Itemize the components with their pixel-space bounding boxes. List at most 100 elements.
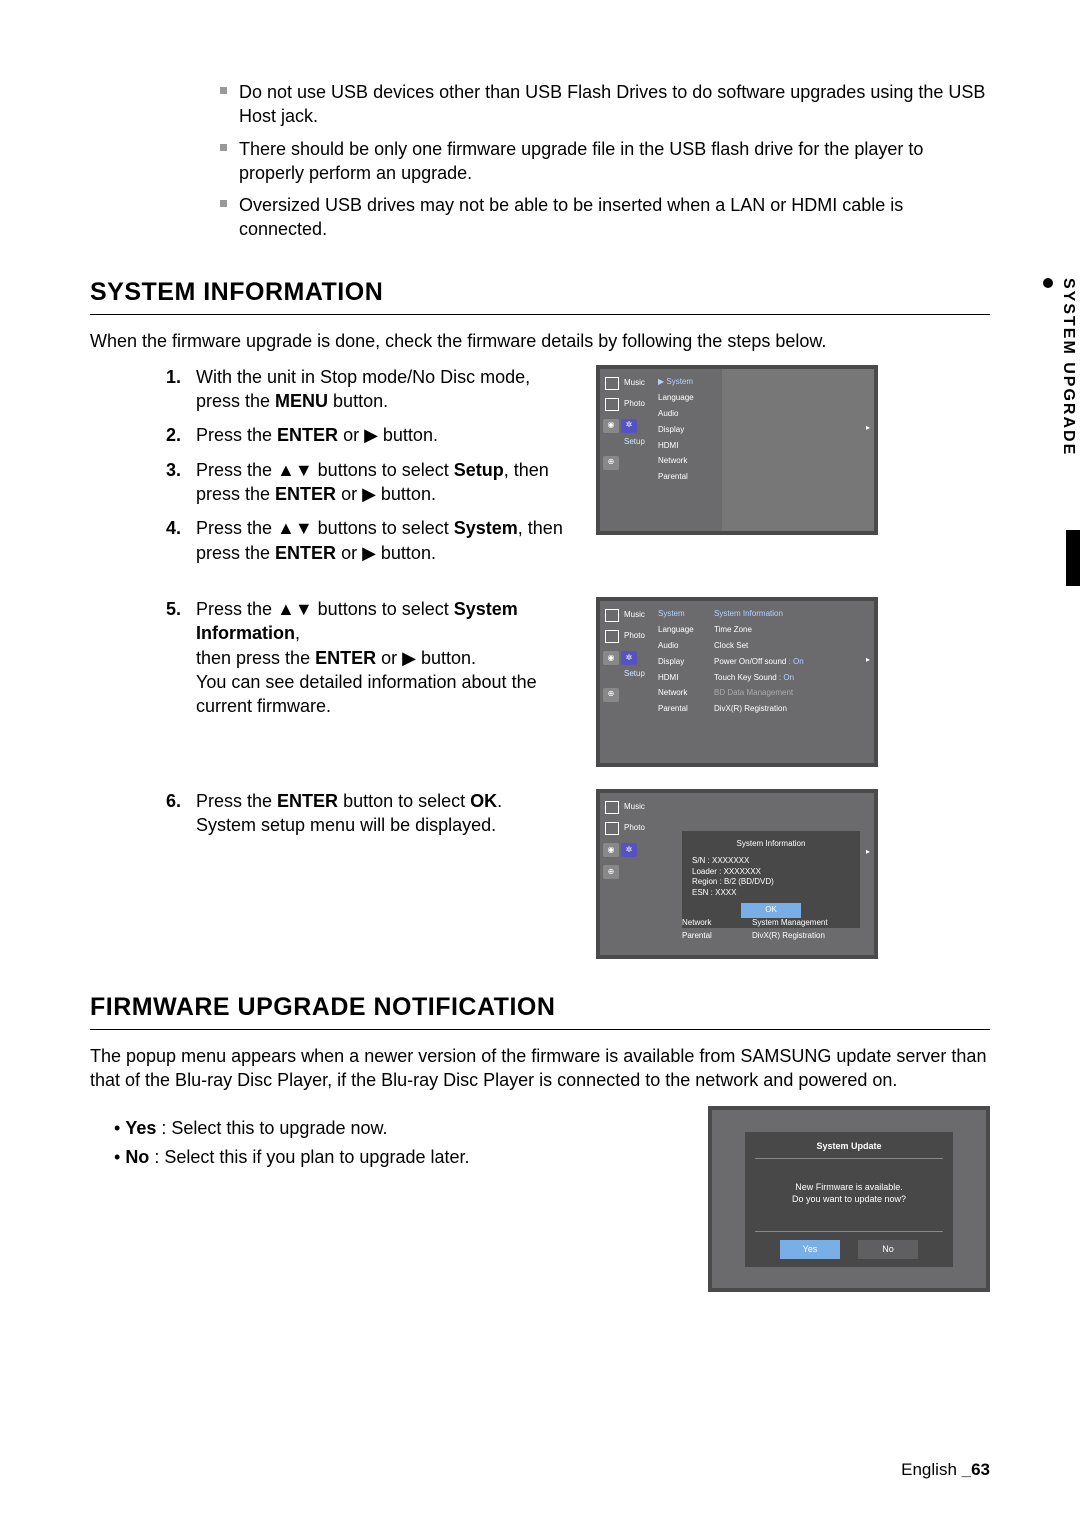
scroll-arrow-icon: ▸	[866, 655, 870, 666]
osd-icon-row: ⊕	[600, 861, 652, 883]
warning-text: There should be only one firmware upgrad…	[239, 137, 990, 186]
heading-rule	[90, 1029, 990, 1030]
video-source-icon: ◉	[603, 419, 619, 433]
osd-item-selected: System	[652, 607, 708, 623]
update-dialog-buttons: Yes No	[755, 1231, 943, 1258]
warning-item: Oversized USB drives may not be able to …	[220, 193, 990, 242]
globe-icon: ⊕	[603, 456, 619, 470]
video-source-icon: ◉	[603, 843, 619, 857]
video-source-icon: ◉	[603, 651, 619, 665]
osd-setup-column: ▶ System Language Audio Display HDMI Net…	[652, 375, 722, 531]
update-dialog-title: System Update	[755, 1140, 943, 1159]
osd-item: Time Zone	[708, 623, 800, 639]
osd-item-disabled: BD Data Management	[708, 686, 800, 702]
osd-item: ParentalDivX(R) Registration	[682, 930, 712, 943]
ok-button[interactable]: OK	[741, 903, 801, 918]
warning-item: There should be only one firmware upgrad…	[220, 137, 990, 186]
sysinfo-intro: When the firmware upgrade is done, check…	[90, 329, 990, 353]
sysinfo-line: Loader : XXXXXXX	[692, 867, 850, 878]
osd-setup-column: System Language Audio Display HDMI Netwo…	[652, 607, 708, 763]
osd-item: DivX(R) Registration	[708, 702, 800, 718]
gear-icon: ✲	[621, 651, 637, 665]
osd-item: Touch Key Sound : On	[708, 670, 800, 686]
bullet-icon	[220, 144, 227, 151]
firmware-options-list: • Yes : Select this to upgrade now. • No…	[114, 1116, 668, 1169]
side-section-marker	[1066, 530, 1080, 586]
warning-text: Oversized USB drives may not be able to …	[239, 193, 990, 242]
osd-nav-item: Photo	[600, 818, 652, 839]
osd-below-list: NetworkSystem Management ParentalDivX(R)…	[682, 917, 712, 943]
osd-item: Language	[652, 391, 722, 407]
osd-item: Display	[652, 422, 722, 438]
osd-item: Network	[652, 454, 722, 470]
side-section-tab: SYSTEM UPGRADE	[1042, 278, 1080, 568]
osd-item-selected: System Information	[708, 607, 800, 623]
step-6-block: Press the ENTER button to select OK. Sys…	[166, 789, 990, 959]
osd-firmware-update-popup: System Update New Firmware is available.…	[708, 1106, 990, 1292]
step-item: Press the ▲▼ buttons to select Setup, th…	[166, 458, 566, 507]
osd-item: HDMI	[652, 438, 722, 454]
sysinfo-line: S/N : XXXXXXX	[692, 856, 850, 867]
step-list: With the unit in Stop mode/No Disc mode,…	[166, 365, 566, 565]
step-item: Press the ENTER button to select OK. Sys…	[166, 789, 566, 838]
footer-language: English	[901, 1460, 961, 1479]
osd-icon-row: ◉✲	[600, 839, 652, 861]
globe-icon: ⊕	[603, 688, 619, 702]
warning-text: Do not use USB devices other than USB Fl…	[239, 80, 990, 129]
osd-nav-item: Music	[600, 605, 652, 626]
step-5-block: Press the ▲▼ buttons to select System In…	[166, 597, 990, 767]
osd-nav-item-selected: Setup	[600, 433, 652, 452]
photo-icon	[605, 822, 619, 835]
osd-item: Clock Set	[708, 639, 800, 655]
scroll-arrow-icon: ▸	[866, 423, 870, 434]
sysinfo-line: ESN : XXXX	[692, 888, 850, 899]
osd-nav-item-selected: Setup	[600, 665, 652, 684]
osd-item: Language	[652, 623, 708, 639]
photo-icon	[605, 630, 619, 643]
step-item: Press the ENTER or ▶ button.	[166, 423, 566, 447]
osd-item: HDMI	[652, 670, 708, 686]
update-dialog: System Update New Firmware is available.…	[745, 1132, 953, 1267]
osd-icon-row: ⊕	[600, 452, 652, 474]
osd-system-column: System Information Time Zone Clock Set P…	[708, 607, 800, 763]
usb-warning-list: Do not use USB devices other than USB Fl…	[220, 80, 990, 242]
section-heading-firmware-notification: FIRMWARE UPGRADE NOTIFICATION	[90, 991, 990, 1025]
step-list: Press the ▲▼ buttons to select System In…	[166, 597, 566, 718]
no-button[interactable]: No	[858, 1240, 918, 1258]
osd-system-submenu: Music Photo ◉✲ Setup ⊕ System Language A…	[596, 597, 878, 767]
heading-rule	[90, 314, 990, 315]
side-section-label: SYSTEM UPGRADE	[1057, 278, 1079, 456]
step-list: Press the ENTER button to select OK. Sys…	[166, 789, 566, 838]
firmware-intro: The popup menu appears when a newer vers…	[90, 1044, 990, 1093]
yes-button[interactable]: Yes	[780, 1240, 840, 1258]
step-item: Press the ▲▼ buttons to select System, t…	[166, 516, 566, 565]
osd-item: Power On/Off sound : On	[708, 654, 800, 670]
gear-icon: ✲	[621, 419, 637, 433]
footer-page-number: _63	[962, 1460, 990, 1479]
firmware-option: • Yes : Select this to upgrade now.	[114, 1116, 668, 1140]
osd-nav-item: Music	[600, 797, 652, 818]
osd-item: Parental	[652, 470, 722, 486]
page-footer: English _63	[901, 1459, 990, 1482]
bullet-icon	[220, 87, 227, 94]
steps-1-4-block: With the unit in Stop mode/No Disc mode,…	[166, 365, 990, 575]
warning-item: Do not use USB devices other than USB Fl…	[220, 80, 990, 129]
osd-nav-item: Photo	[600, 626, 652, 647]
osd-item: Audio	[652, 639, 708, 655]
bullet-icon	[220, 200, 227, 207]
osd-nav-item: Photo	[600, 394, 652, 415]
osd-dialog-title: System Information	[692, 839, 850, 850]
osd-left-nav: Music Photo ◉✲ ⊕	[600, 797, 652, 955]
sysinfo-line: Region : B/2 (BD/DVD)	[692, 877, 850, 888]
scroll-arrow-icon: ▸	[866, 847, 870, 858]
osd-setup-menu: Music Photo ◉✲ Setup ⊕ ▶ System Language…	[596, 365, 878, 535]
music-icon	[605, 377, 619, 390]
osd-item: Display	[652, 654, 708, 670]
osd-item: Network	[652, 686, 708, 702]
osd-item: NetworkSystem Management	[682, 917, 712, 930]
osd-left-nav: Music Photo ◉✲ Setup ⊕	[600, 605, 652, 763]
firmware-row: • Yes : Select this to upgrade now. • No…	[90, 1106, 990, 1292]
gear-icon: ✲	[621, 843, 637, 857]
osd-left-nav: Music Photo ◉✲ Setup ⊕	[600, 373, 652, 531]
section-heading-system-information: SYSTEM INFORMATION	[90, 276, 990, 310]
